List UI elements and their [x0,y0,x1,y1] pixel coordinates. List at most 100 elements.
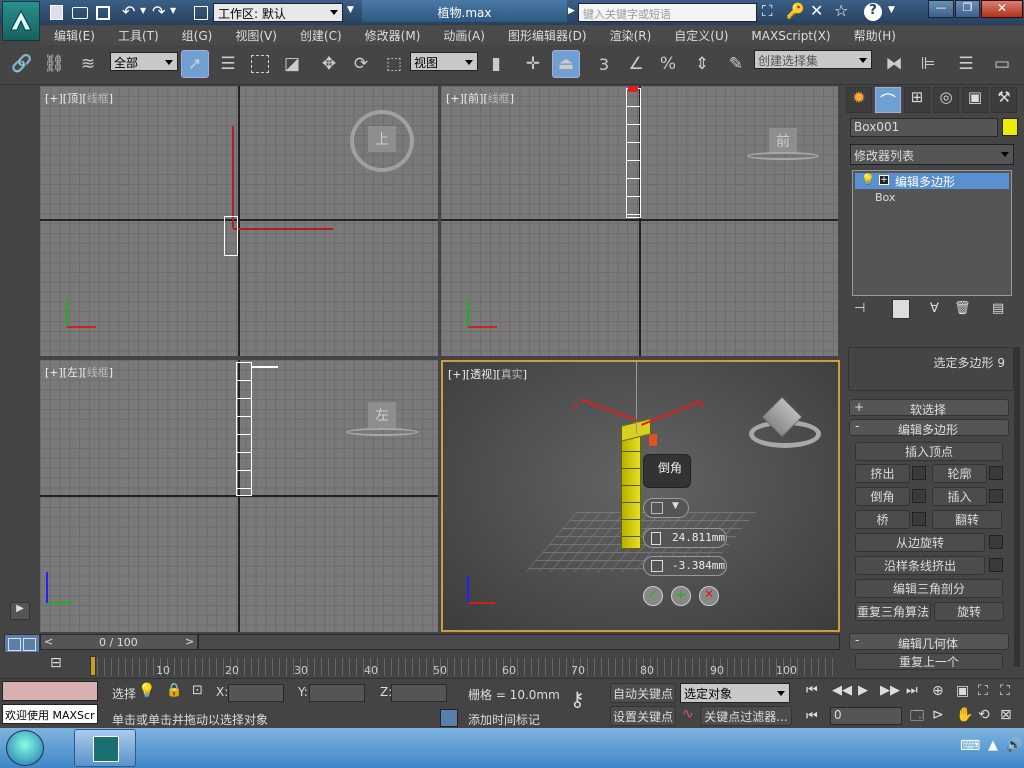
hinge-settings-button[interactable] [989,535,1003,549]
window-crossing-icon[interactable]: ◪ [278,50,306,78]
spinner-snap-icon[interactable]: ⇕ [688,50,716,78]
viewport-label[interactable]: [+][透视][真实] [448,366,527,382]
redo-dropdown-icon[interactable]: ▼ [170,6,176,15]
new-file-icon[interactable] [50,5,63,20]
align-icon[interactable]: ⊫ [914,50,942,78]
rollout-soft-selection[interactable]: + 软选择 [849,399,1009,417]
keyboard-shortcut-override-icon[interactable]: ⏏ [552,50,580,78]
help-icon[interactable]: ? [864,3,882,21]
viewport-nav-toggle[interactable]: ▶ [10,602,30,620]
current-frame-field[interactable]: 0 [830,707,902,725]
stack-item-box[interactable]: Box [875,191,895,204]
percent-snap-icon[interactable]: % [654,50,682,78]
next-frame-button-icon[interactable]: ▶▶ [880,683,900,698]
set-key-button[interactable]: 设置关键点 [610,706,676,726]
viewcube-face[interactable]: 前 [769,128,797,154]
menu-group[interactable]: 组(G) [168,25,222,44]
start-button[interactable] [6,730,44,766]
insert-vertex-button[interactable]: 插入顶点 [855,442,1003,461]
bridge-button[interactable]: 桥 [855,510,910,529]
extrude-settings-button[interactable] [912,466,926,480]
trackbar[interactable]: ⊟ 10 20 30 40 50 60 70 80 90 100 [0,652,842,678]
menu-animation[interactable]: 动画(A) [429,25,494,44]
caddy-cancel-button[interactable]: ✕ [699,586,719,606]
outline-settings-button[interactable] [989,466,1003,480]
remove-modifier-icon[interactable]: 🗑 [954,301,971,316]
rollout-edit-geometry[interactable]: - 编辑几何体 [849,633,1009,651]
inset-button[interactable]: 插入 [932,487,987,506]
menu-views[interactable]: 视图(V) [221,25,286,44]
panel-scrollbar[interactable] [1014,347,1020,667]
zoom-extents-icon[interactable]: ⛶ [978,683,988,699]
orbit-icon[interactable]: ⟲ [978,707,990,723]
mirror-icon[interactable]: ⧓ [880,50,908,78]
show-end-result-icon[interactable] [892,299,910,319]
menu-tools[interactable]: 工具(T) [104,25,168,44]
tools-icon[interactable]: ✕ [810,1,823,20]
star-icon[interactable]: ☆ [834,1,848,20]
maxscript-listener-mini[interactable] [2,681,98,701]
time-config-icon[interactable]: 🗔 [910,707,924,729]
unlink-icon[interactable]: ⛓ [40,50,68,78]
viewcube-face[interactable]: 上 [368,126,396,152]
time-marker[interactable] [90,656,96,676]
bevel-button[interactable]: 倒角 [855,487,910,506]
reference-coord-select[interactable]: 视图 [410,52,478,71]
edit-named-selection-icon[interactable]: ✎ [722,50,750,78]
caddy-type-select[interactable]: ▼ [643,498,689,518]
menu-edit[interactable]: 编辑(E) [40,25,104,44]
search-input[interactable]: 键入关键字或短语 [578,3,757,22]
workspace-select[interactable]: 工作区: 默认 [213,3,343,22]
rollout-edit-polygons[interactable]: - 编辑多边形 [849,419,1009,437]
caddy-outline-spinner[interactable]: -3.384mm [643,556,727,576]
viewport-front[interactable]: [+][前][线框] 前 [441,86,838,356]
previous-frame-icon[interactable]: ◀◀ [832,683,852,698]
viewport-top[interactable]: [+][顶][线框] 上 [40,86,438,356]
lock-selection-icon[interactable]: 🔒 [166,683,182,698]
save-file-icon[interactable] [96,6,110,20]
bulb-icon[interactable]: 💡 [861,173,875,186]
layer-manager-icon[interactable]: ☰ [952,50,980,78]
display-tab-icon[interactable]: ▣ [962,87,988,113]
rotate-icon[interactable]: ⟳ [347,50,375,78]
tray-flag-icon[interactable]: ▲ [988,738,998,753]
key-mode-toggle-icon[interactable]: ⏮ [806,709,818,724]
utilities-tab-icon[interactable]: ⚒ [991,87,1017,113]
extrude-button[interactable]: 挤出 [855,464,910,483]
stack-item-edit-poly[interactable]: 💡 + 编辑多边形 [855,173,1009,189]
redo-icon[interactable]: ↷ [152,2,165,21]
binoculars-icon[interactable]: ⛶ [762,2,773,20]
maximize-viewport-icon[interactable]: ⊠ [1000,707,1012,723]
volume-icon[interactable]: 🔊 [1006,738,1022,753]
repeat-last-button[interactable]: 重复上一个 [855,653,1003,670]
key-icon[interactable]: 🔑 [786,2,805,20]
graphite-ribbon-icon[interactable]: ▭ [988,50,1016,78]
modifier-list-select[interactable]: 修改器列表 [850,144,1014,165]
menu-maxscript[interactable]: MAXScript(X) [737,27,839,43]
set-key-icon[interactable]: ⚷ [570,687,585,711]
turn-button[interactable]: 旋转 [934,602,1004,621]
absolute-mode-icon[interactable]: ⊡ [192,683,203,698]
move-icon[interactable]: ✥ [315,50,343,78]
field-of-view-icon[interactable]: ⊳ [932,707,944,723]
select-object-icon[interactable]: ➚ [181,50,209,78]
extrude-along-spline-button[interactable]: 沿样条线挤出 [855,556,985,575]
open-file-icon[interactable] [72,7,88,19]
viewport-left[interactable]: [+][左][线框] 左 [40,360,438,632]
undo-icon[interactable]: ↶ [122,2,135,21]
minimize-button[interactable]: — [928,0,954,18]
bridge-settings-button[interactable] [912,512,926,526]
keyboard-icon[interactable]: ⌨ [960,738,980,754]
expand-icon[interactable]: + [879,175,889,185]
restore-button[interactable]: ❐ [955,0,980,18]
z-coord-field[interactable] [391,684,447,702]
menu-customize[interactable]: 自定义(U) [660,25,737,44]
caddy-height-spinner[interactable]: 24.811mm [643,528,727,548]
modify-tab-icon[interactable]: ⌒ [875,87,901,113]
zoom-icon[interactable]: ⊕ [932,683,944,699]
app-logo-button[interactable] [2,1,40,41]
key-mode-select[interactable]: 选定对象 [680,683,790,703]
menu-rendering[interactable]: 渲染(R) [596,25,661,44]
menu-create[interactable]: 创建(C) [286,25,351,44]
pivot-center-icon[interactable]: ▮ [482,50,510,78]
